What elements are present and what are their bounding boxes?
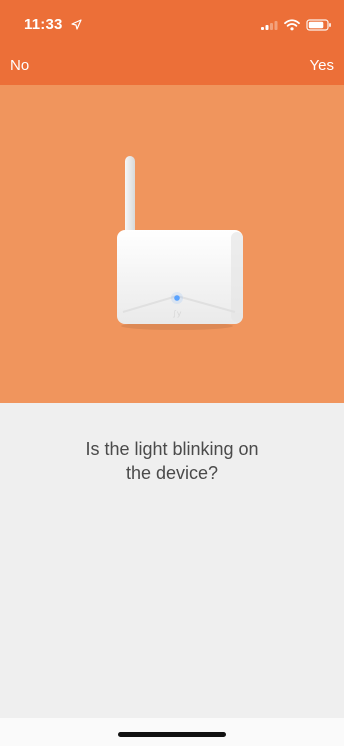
question-text: Is the light blinking on the device? <box>40 437 304 485</box>
home-indicator[interactable] <box>118 732 226 737</box>
home-indicator-area <box>0 718 344 746</box>
wifi-icon <box>284 18 300 36</box>
status-time-text: 11:33 <box>24 16 63 33</box>
device-hero: ∫y <box>0 85 344 403</box>
question-section: Is the light blinking on the device? <box>0 403 344 718</box>
no-button[interactable]: No <box>10 57 29 74</box>
router-device-icon: ∫y <box>103 150 251 330</box>
question-line-1: Is the light blinking on <box>85 439 259 459</box>
location-arrow-icon <box>71 17 82 34</box>
question-line-2: the device? <box>125 463 219 483</box>
battery-icon <box>306 18 332 36</box>
yes-button[interactable]: Yes <box>310 57 334 74</box>
cellular-signal-icon <box>260 18 278 36</box>
top-bar: 11:33 No Yes <box>0 0 344 85</box>
device-light-check-screen: 11:33 No Yes ∫y Is the light blinking on… <box>0 0 344 746</box>
svg-text:∫y: ∫y <box>173 309 182 318</box>
status-icons <box>260 18 332 36</box>
status-time: 11:33 <box>24 16 82 34</box>
